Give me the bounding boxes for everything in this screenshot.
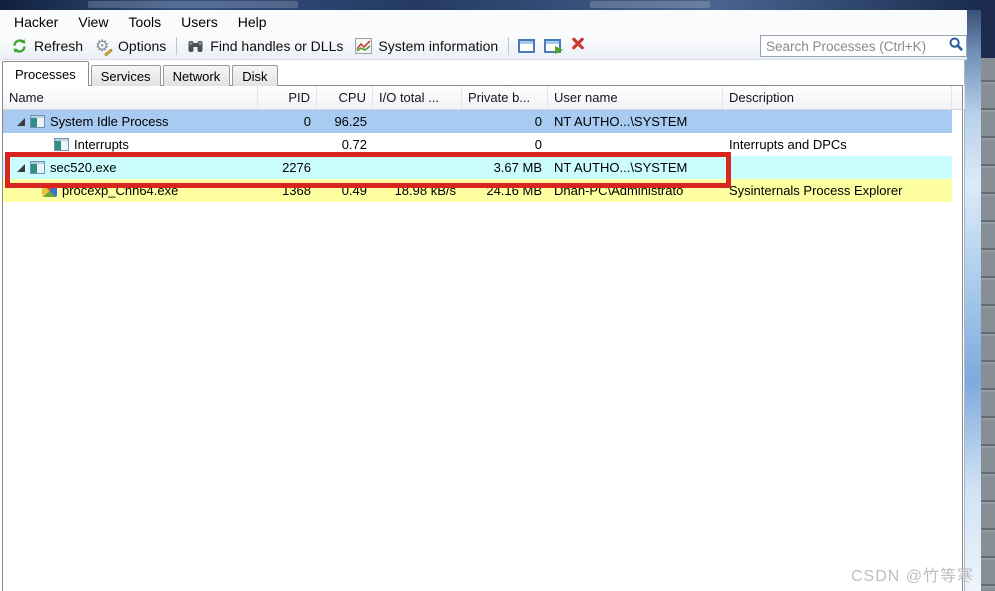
column-header-filler [952, 86, 965, 109]
cell-user: NT AUTHO...\SYSTEM [548, 110, 723, 133]
system-information-label: System information [378, 38, 499, 54]
table-header: Name PID CPU I/O total ... Private b... User … [3, 86, 965, 110]
menu-item-tools[interactable]: Tools [118, 12, 171, 32]
menu-item-users[interactable]: Users [171, 12, 228, 32]
search-box [760, 35, 967, 57]
search-input[interactable] [766, 38, 948, 54]
default-app-icon [30, 161, 45, 174]
default-app-icon [54, 138, 69, 151]
cell-cpu: 0.49 [317, 179, 373, 202]
process-row-system-idle-process[interactable]: System Idle Process 0 96.25 0 NT AUTHO...\SY… [3, 110, 962, 133]
tab-services[interactable]: Services [90, 65, 161, 86]
default-app-icon [30, 115, 45, 128]
process-row-interrupts[interactable]: Interrupts 0.72 0 Interrupts and DPCs [3, 133, 962, 156]
expand-arrow-icon[interactable] [17, 163, 25, 172]
menu-bar: Hacker View Tools Users Help [0, 10, 967, 33]
system-information-button[interactable]: System information [349, 36, 504, 56]
table-body: System Idle Process 0 96.25 0 NT AUTHO...\SY… [3, 110, 962, 202]
new-window-icon [517, 39, 535, 53]
cell-filler [952, 156, 964, 179]
window-titlebar-edge [0, 0, 995, 10]
cell-description [723, 156, 952, 179]
process-name: Interrupts [74, 137, 129, 152]
refresh-label: Refresh [34, 38, 84, 54]
cell-filler [952, 110, 964, 133]
column-header-private[interactable]: Private b... [462, 86, 548, 109]
cell-name: procexp_Chn64.exe [3, 179, 258, 202]
process-row-sec520-exe[interactable]: sec520.exe 2276 3.67 MB NT AUTHO...\SYSTEM [3, 156, 962, 179]
cell-name: sec520.exe [3, 156, 258, 179]
cell-user [548, 133, 723, 156]
cell-user: Dhan-PC\Administrato [548, 179, 723, 202]
cell-filler [952, 179, 964, 202]
cell-pid: 1368 [258, 179, 317, 202]
process-list-panel: Name PID CPU I/O total ... Private b... User … [2, 85, 965, 591]
tab-disk[interactable]: Disk [232, 65, 278, 86]
background-window-edge [981, 0, 995, 591]
column-header-io[interactable]: I/O total ... [373, 86, 462, 109]
toolbar-separator [176, 37, 178, 55]
cell-io [373, 156, 462, 179]
menu-item-view[interactable]: View [68, 12, 118, 32]
process-hacker-window: Hacker View Tools Users Help Refresh ⚙ Optio… [0, 0, 995, 591]
system-chart-icon [355, 38, 373, 54]
cell-pid: 0 [258, 110, 317, 133]
cell-pid [258, 133, 317, 156]
column-header-cpu[interactable]: CPU [317, 86, 373, 109]
cell-description: Interrupts and DPCs [729, 137, 847, 152]
find-handles-label: Find handles or DLLs [210, 38, 344, 54]
procexp-icon [42, 184, 57, 197]
cell-io [373, 133, 462, 156]
cell-private: 24.16 MB [462, 179, 548, 202]
options-button[interactable]: ⚙ Options [89, 36, 172, 57]
window-arrow-icon [543, 39, 563, 54]
kill-process-button[interactable] [565, 35, 591, 57]
cell-filler [952, 133, 964, 156]
cell-io [373, 110, 462, 133]
tab-processes[interactable]: Processes [2, 61, 89, 86]
cell-name: Interrupts [3, 133, 258, 156]
cell-name: System Idle Process [3, 110, 258, 133]
column-header-user[interactable]: User name [548, 86, 723, 109]
cell-user: NT AUTHO...\SYSTEM [548, 156, 723, 179]
cell-private: 3.67 MB [462, 156, 548, 179]
titlebar-highlight [590, 1, 710, 8]
menu-item-hacker[interactable]: Hacker [4, 12, 68, 32]
options-label: Options [118, 38, 167, 54]
cell-io: 18.98 kB/s [373, 179, 462, 202]
toolbar-separator [508, 37, 510, 55]
expand-arrow-icon[interactable] [17, 117, 25, 126]
process-name: System Idle Process [50, 114, 169, 129]
watermark: CSDN @竹等寒 [851, 568, 975, 585]
cell-private: 0 [534, 137, 542, 152]
tab-strip: Processes Services Network Disk [2, 60, 280, 86]
cell-private: 0 [462, 110, 548, 133]
titlebar-highlight [88, 1, 298, 8]
process-name: procexp_Chn64.exe [62, 183, 179, 198]
refresh-icon [11, 38, 28, 54]
process-row-procexp-chn64-exe[interactable]: procexp_Chn64.exe 1368 0.49 18.98 kB/s 24.16… [3, 179, 962, 202]
binoculars-icon [187, 38, 204, 54]
process-name: sec520.exe [50, 160, 117, 175]
find-handles-button[interactable]: Find handles or DLLs [181, 36, 349, 56]
cell-description [723, 110, 952, 133]
cell-cpu: 0.72 [341, 137, 367, 152]
column-header-description[interactable]: Description [723, 86, 952, 109]
menu-item-help[interactable]: Help [228, 12, 277, 32]
kill-x-icon [570, 36, 586, 56]
cell-description: Sysinternals Process Explorer [723, 179, 952, 202]
gear-icon: ⚙ [95, 38, 113, 57]
new-window-button[interactable] [513, 35, 539, 57]
column-header-pid[interactable]: PID [258, 86, 317, 109]
column-header-name[interactable]: Name [3, 86, 258, 109]
cell-pid: 2276 [258, 156, 317, 179]
cell-cpu [317, 156, 373, 179]
tab-network[interactable]: Network [162, 65, 231, 86]
open-window-button[interactable] [539, 35, 565, 57]
search-icon[interactable] [948, 36, 964, 57]
window-border-right [964, 10, 981, 591]
refresh-button[interactable]: Refresh [5, 36, 89, 56]
cell-cpu: 96.25 [317, 110, 373, 133]
